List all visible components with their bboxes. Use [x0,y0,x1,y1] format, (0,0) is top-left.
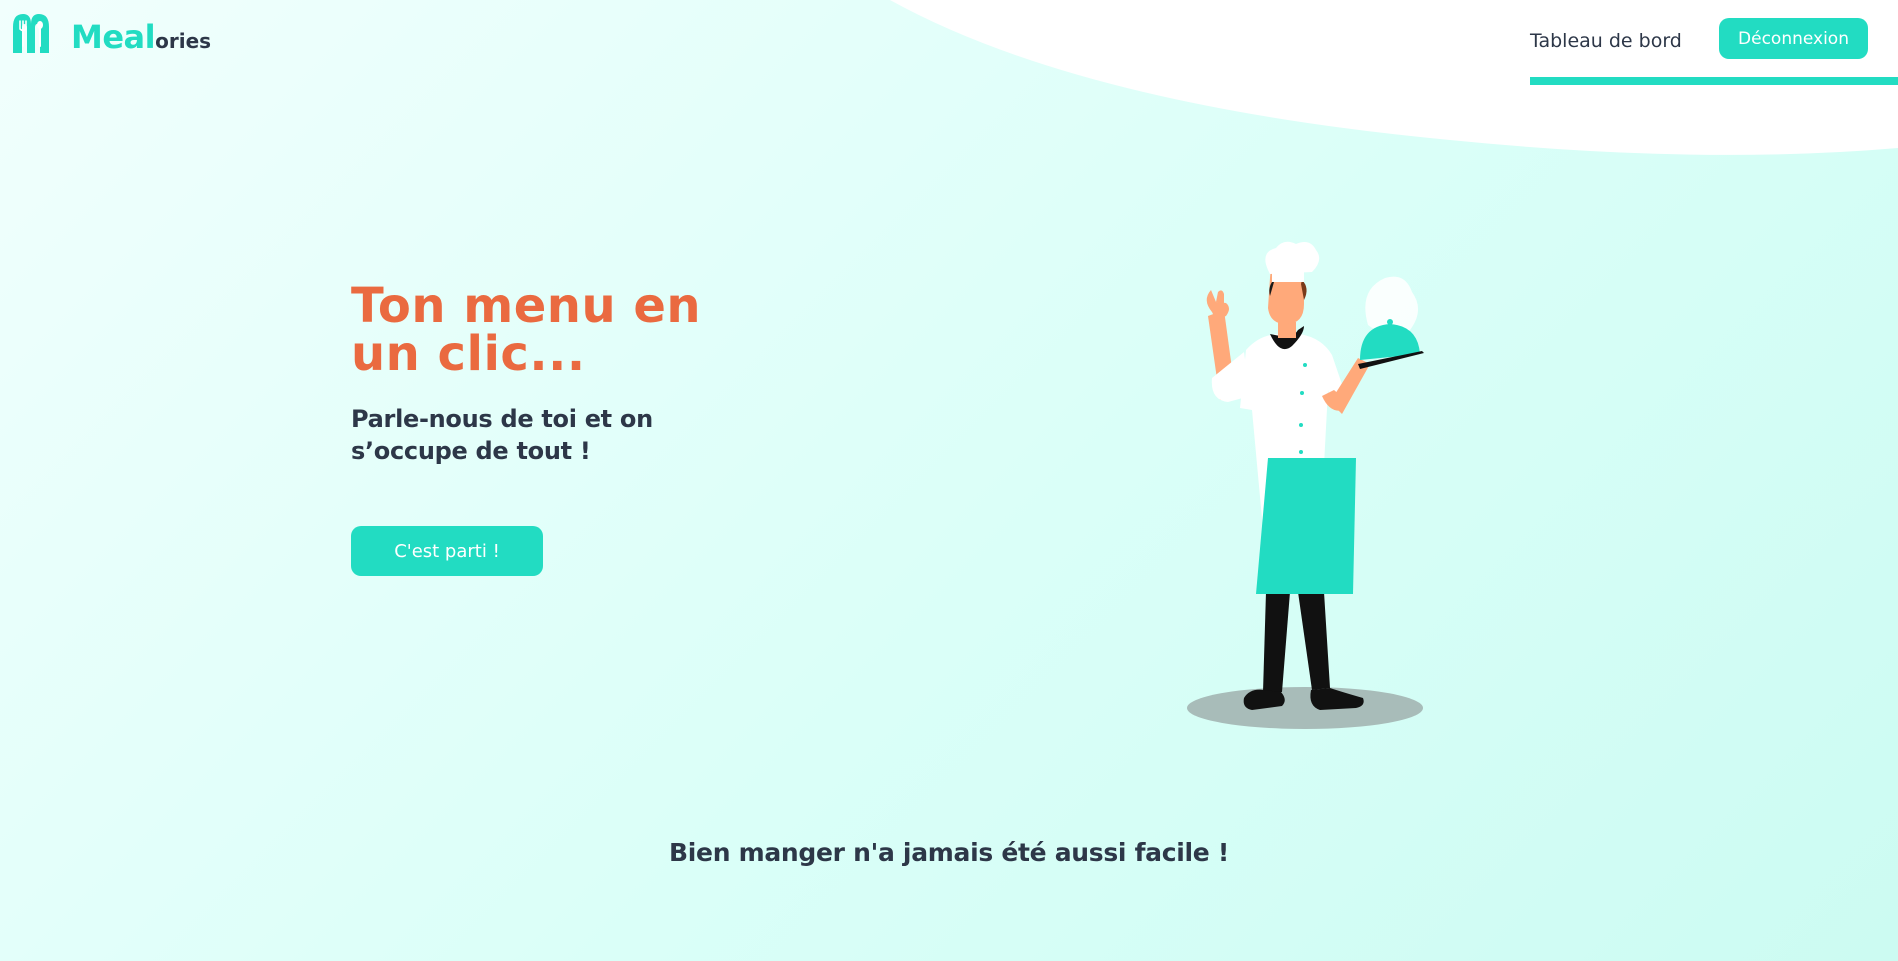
fork-spoon-m-icon [13,14,49,53]
footer-tagline: Bien manger n'a jamais été aussi facile … [669,838,1229,867]
background-wave [890,0,1898,155]
nav-link-dashboard[interactable]: Tableau de bord [1530,30,1682,52]
brand-logo[interactable]: Meal ories [7,12,211,56]
chef-holding-cloche-illustration [1187,241,1424,729]
top-navigation: Meal ories Tableau de bord Déconnexion [0,0,1898,90]
hero-subtitle: Parle-nous de toi et on s’occupe de tout… [351,405,653,465]
brand-name-secondary: ories [155,29,212,53]
hero-title: Ton menu en un clic... [351,278,702,382]
get-started-button[interactable]: C'est parti ! [351,526,543,576]
hero-section: Ton menu en un clic... Parle-nous de toi… [351,282,751,467]
brand-name: Meal ories [71,18,211,56]
brand-name-primary: Meal [71,18,156,56]
nav-active-indicator [1530,77,1898,85]
logout-button[interactable]: Déconnexion [1719,18,1868,59]
